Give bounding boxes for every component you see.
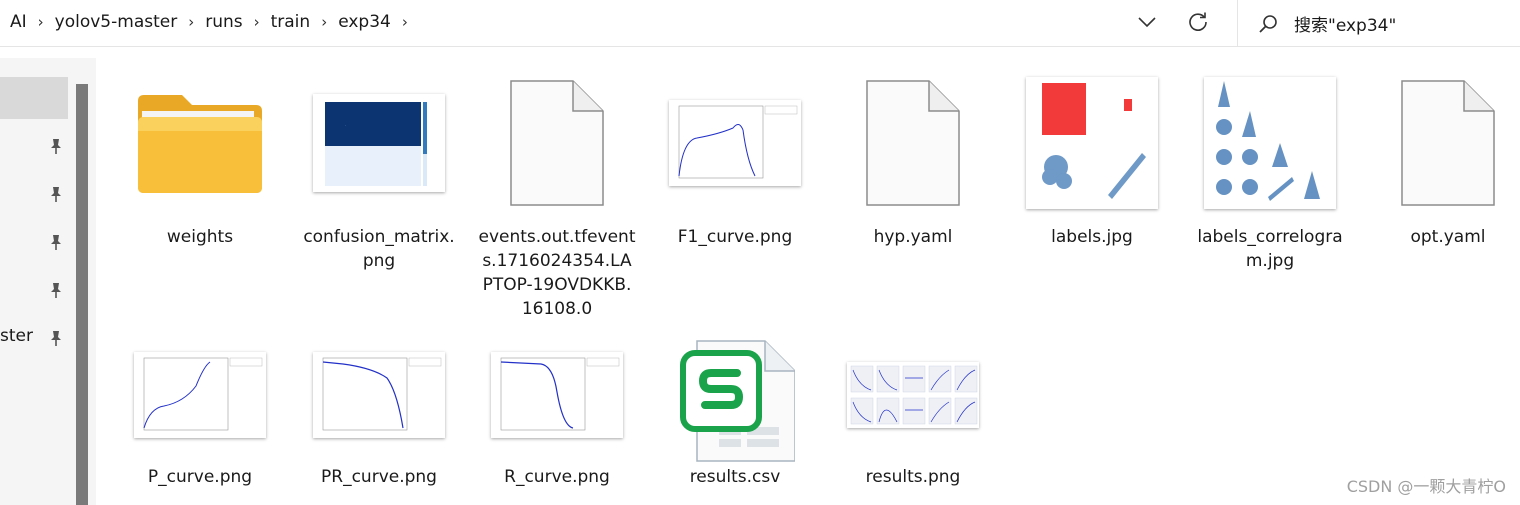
file-name: F1_curve.png <box>677 227 793 247</box>
nav-item-pinned-1[interactable] <box>0 126 68 166</box>
file-icon <box>1401 80 1495 206</box>
thumb <box>838 320 988 470</box>
nav-item-pinned-4[interactable] <box>0 270 68 310</box>
file-name: results.png <box>865 467 961 487</box>
nav-scrollbar[interactable] <box>76 84 88 505</box>
search-icon <box>1256 12 1280 36</box>
breadcrumb-item-exp34[interactable]: exp34 <box>330 12 399 32</box>
file-item-r-curve[interactable]: R_curve.png <box>482 320 632 500</box>
file-item-weights[interactable]: weights <box>125 68 275 248</box>
file-item-events[interactable]: events.out.tfevents.1716024354.LAPTOP-19… <box>479 68 636 319</box>
breadcrumb-item-train[interactable]: train <box>263 12 319 32</box>
pin-icon <box>51 235 61 250</box>
nav-item-selected[interactable] <box>0 77 68 119</box>
file-icon <box>866 80 960 206</box>
thumb <box>1373 68 1520 218</box>
image-thumbnail <box>134 352 266 438</box>
chevron-right-icon[interactable]: › <box>399 13 411 31</box>
file-name: R_curve.png <box>504 467 610 487</box>
spreadsheet-icon <box>680 340 795 462</box>
breadcrumb-item-yolov5-master[interactable]: yolov5-master <box>47 12 186 32</box>
nav-item-pinned-3[interactable] <box>0 222 68 262</box>
image-thumbnail <box>669 100 801 186</box>
chevron-down-icon <box>1138 17 1156 28</box>
file-icon <box>510 80 604 206</box>
file-name: labels_correlogram.jpg <box>1197 227 1343 271</box>
refresh-icon <box>1189 12 1207 31</box>
file-item-pr-curve[interactable]: PR_curve.png <box>304 320 454 500</box>
pin-icon <box>51 283 61 298</box>
file-grid: weights · confusion_matrix.png events.ou… <box>100 58 1520 505</box>
file-name: opt.yaml <box>1410 227 1486 247</box>
navigation-pane: ster <box>0 58 96 505</box>
chevron-right-icon[interactable]: › <box>318 13 330 31</box>
file-item-hyp-yaml[interactable]: hyp.yaml <box>838 68 988 248</box>
file-item-labels[interactable]: labels.jpg <box>1017 68 1167 248</box>
file-item-confusion-matrix[interactable]: · confusion_matrix.png <box>303 68 455 271</box>
nav-item-pinned-2[interactable] <box>0 174 68 214</box>
search-box[interactable]: 搜索"exp34" <box>1237 0 1520 47</box>
chevron-right-icon[interactable]: › <box>185 13 197 31</box>
pin-icon <box>51 187 61 202</box>
pin-icon <box>51 139 61 154</box>
svg-text:·: · <box>345 123 346 127</box>
thumb <box>1195 68 1345 218</box>
thumb <box>838 68 988 218</box>
image-thumbnail <box>1204 77 1336 209</box>
folder-icon <box>138 95 262 193</box>
refresh-button[interactable] <box>1183 7 1213 37</box>
thumb <box>1017 68 1167 218</box>
image-thumbnail <box>1026 77 1158 209</box>
chevron-right-icon[interactable]: › <box>251 13 263 31</box>
thumb <box>660 324 810 474</box>
address-bar: AI › yolov5-master › runs › train › exp3… <box>0 0 1520 47</box>
file-name: labels.jpg <box>1051 227 1133 247</box>
nav-item-label: ster <box>0 326 33 346</box>
thumb <box>125 320 275 470</box>
thumb: · <box>304 68 454 218</box>
file-name: results.csv <box>689 467 781 487</box>
breadcrumb: AI › yolov5-master › runs › train › exp3… <box>0 0 411 44</box>
thumb <box>304 320 454 470</box>
image-thumbnail <box>491 352 623 438</box>
nav-item-pinned-5[interactable]: ster <box>0 318 68 358</box>
chevron-right-icon[interactable]: › <box>35 13 47 31</box>
file-item-p-curve[interactable]: P_curve.png <box>125 320 275 500</box>
file-item-opt-yaml[interactable]: opt.yaml <box>1373 68 1520 248</box>
search-input[interactable]: 搜索"exp34" <box>1294 11 1396 36</box>
file-name: hyp.yaml <box>873 227 953 247</box>
thumb <box>482 68 632 218</box>
image-thumbnail: · <box>313 94 445 192</box>
file-name: confusion_matrix.png <box>303 227 455 271</box>
file-item-labels-correlogram[interactable]: labels_correlogram.jpg <box>1195 68 1345 271</box>
image-thumbnail <box>313 352 445 438</box>
watermark: CSDN @一颗大青柠O <box>1346 477 1506 496</box>
file-name: events.out.tfevents.1716024354.LAPTOP-19… <box>478 227 636 319</box>
file-item-results-csv[interactable]: results.csv <box>660 320 810 500</box>
file-item-f1-curve[interactable]: F1_curve.png <box>660 68 810 248</box>
thumb <box>482 320 632 470</box>
file-name: PR_curve.png <box>321 467 437 487</box>
file-item-results-png[interactable]: results.png <box>838 320 988 500</box>
breadcrumb-item-runs[interactable]: runs <box>197 12 250 32</box>
thumb <box>660 68 810 218</box>
file-name: weights <box>166 227 234 247</box>
address-history-button[interactable] <box>1132 8 1162 36</box>
thumb <box>125 68 275 218</box>
image-thumbnail <box>847 362 979 428</box>
breadcrumb-item-ai[interactable]: AI <box>0 12 35 32</box>
pin-icon <box>51 331 61 346</box>
file-name: P_curve.png <box>147 467 253 487</box>
